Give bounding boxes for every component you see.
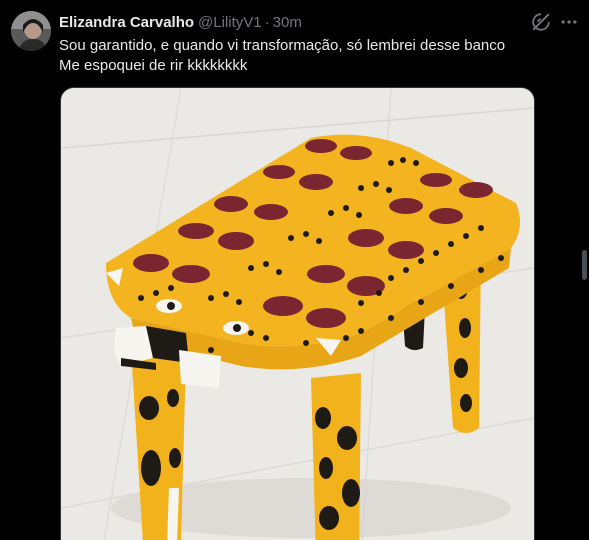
tweet-text-line-2: Me espoquei de rir kkkkkkkk (59, 57, 248, 74)
jaguar-stool-photo (61, 88, 534, 540)
separator-dot: · (264, 13, 270, 31)
tweet-text-line-1: Sou garantido, e quando vi transformação… (59, 37, 506, 54)
scrollbar[interactable] (582, 250, 587, 280)
avatar[interactable] (11, 11, 51, 51)
display-name[interactable]: Elizandra Carvalho (59, 14, 194, 31)
timestamp[interactable]: 30m (273, 14, 302, 31)
user-handle[interactable]: @LilityV1 (198, 14, 262, 31)
tweet-media[interactable] (60, 87, 535, 540)
tweet[interactable]: Elizandra Carvalho @LilityV1 · 30m Sou g… (0, 0, 589, 540)
tweet-header: Elizandra Carvalho @LilityV1 · 30m (59, 12, 302, 32)
tweet-text: Sou garantido, e quando vi transformação… (59, 36, 579, 76)
avatar-image (11, 11, 51, 51)
grok-icon[interactable] (530, 11, 552, 33)
more-options-icon[interactable] (559, 12, 579, 32)
